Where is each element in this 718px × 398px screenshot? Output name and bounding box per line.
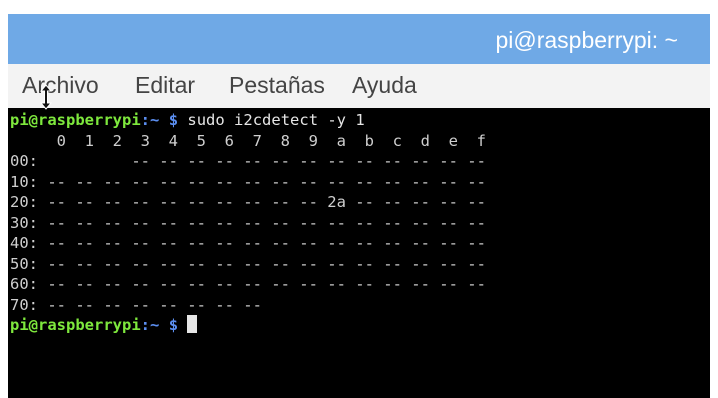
terminal-content: pi@raspberrypi:~ $ sudo i2cdetect -y 1 0…: [10, 110, 710, 336]
output-line-50: 50: -- -- -- -- -- -- -- -- -- -- -- -- …: [10, 254, 486, 273]
active-prompt-line[interactable]: pi@raspberrypi:~ $: [10, 315, 710, 336]
output-line-header: 0 1 2 3 4 5 6 7 8 9 a b c d e f: [10, 131, 486, 150]
prompt-path: ~: [150, 111, 160, 129]
menu-bar: Archivo Editar Pestañas Ayuda: [8, 64, 710, 108]
output-line-30: 30: -- -- -- -- -- -- -- -- -- -- -- -- …: [10, 213, 486, 232]
output-line-60: 60: -- -- -- -- -- -- -- -- -- -- -- -- …: [10, 275, 486, 293]
output-line-70: 70: -- -- -- -- -- -- -- --: [10, 295, 262, 314]
window-title: pi@raspberrypi: ~: [495, 27, 678, 53]
terminal-window: pi@raspberrypi: ~ Archivo Editar Pestaña…: [8, 14, 710, 398]
title-bar[interactable]: pi@raspberrypi: ~: [8, 14, 710, 64]
output-line-40: 40: -- -- -- -- -- -- -- -- -- -- -- -- …: [10, 234, 486, 252]
prompt-path: ~: [150, 316, 160, 334]
prompt-separator: :: [140, 316, 150, 334]
command-line: pi@raspberrypi:~ $ sudo i2cdetect -y 1: [10, 110, 710, 131]
menu-pestanas[interactable]: Pestañas: [229, 72, 325, 99]
output-line-00: 00: -- -- -- -- -- -- -- -- -- -- -- -- …: [10, 152, 486, 170]
prompt-dollar: $: [168, 316, 179, 334]
output-line-20: 20: -- -- -- -- -- -- -- -- -- -- 2a -- …: [10, 193, 486, 211]
terminal-output[interactable]: pi@raspberrypi:~ $ sudo i2cdetect -y 1 0…: [8, 108, 710, 398]
output-line-10: 10: -- -- -- -- -- -- -- -- -- -- -- -- …: [10, 172, 486, 191]
menu-ayuda[interactable]: Ayuda: [352, 72, 417, 99]
prompt-user: pi@raspberrypi: [10, 316, 141, 334]
menu-editar[interactable]: Editar: [135, 72, 195, 99]
prompt-dollar: $: [168, 111, 179, 129]
command-text: sudo i2cdetect -y 1: [187, 111, 365, 129]
prompt-separator: :: [140, 111, 150, 129]
menu-archivo[interactable]: Archivo: [22, 72, 99, 99]
prompt-user: pi@raspberrypi: [10, 111, 141, 129]
vertical-resize-cursor-icon: [39, 84, 53, 110]
text-cursor: [187, 315, 198, 333]
